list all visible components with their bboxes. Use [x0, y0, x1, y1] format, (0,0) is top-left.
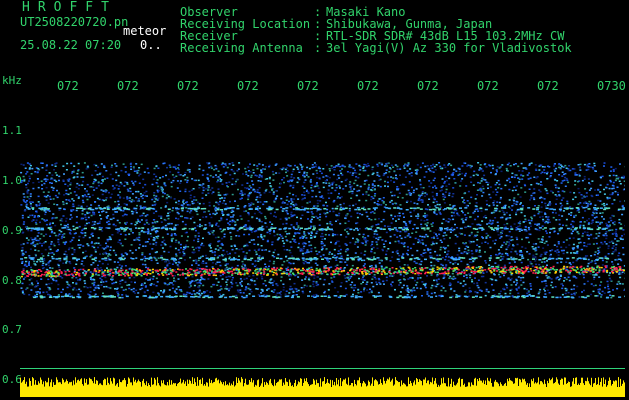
y-tick-label: 0.8: [2, 274, 22, 287]
baseline-divider: [20, 368, 625, 369]
detection-type: meteor: [123, 24, 167, 38]
spectrogram-plot: [20, 162, 625, 397]
x-tick-label: 072: [417, 79, 439, 93]
y-tick-label: 0.9: [2, 224, 22, 237]
x-tick-label: 0730: [597, 79, 626, 93]
count-indicator: 0..: [140, 38, 162, 52]
y-tick-label: 1.1: [2, 124, 22, 137]
y-tick-label: 1.0: [2, 174, 22, 187]
x-tick-label: 072: [357, 79, 379, 93]
noise-field: [20, 162, 625, 299]
timestamp: 25.08.22 07:20: [20, 38, 122, 52]
carrier-band: [20, 265, 625, 278]
app-logo: HROFFT: [22, 0, 117, 15]
x-tick-label: 072: [177, 79, 199, 93]
antenna-colon: :: [314, 41, 322, 55]
file-name: UT2508220720.pn: [20, 15, 129, 29]
x-tick-label: 072: [297, 79, 319, 93]
x-tick-label: 072: [117, 79, 139, 93]
y-axis-unit: kHz: [2, 74, 22, 87]
signal-strength-trace: [20, 377, 625, 397]
hrofft-screen: HROFFT UT2508220720.pn meteor 25.08.22 0…: [0, 0, 629, 400]
x-tick-label: 072: [477, 79, 499, 93]
x-tick-label: 072: [537, 79, 559, 93]
x-tick-label: 072: [237, 79, 259, 93]
y-tick-label: 0.6: [2, 373, 22, 386]
antenna-label: Receiving Antenna: [180, 41, 303, 55]
antenna-value: 3el Yagi(V) Az 330 for Vladivostok: [326, 41, 572, 55]
y-tick-label: 0.7: [2, 323, 22, 336]
x-tick-label: 072: [57, 79, 79, 93]
